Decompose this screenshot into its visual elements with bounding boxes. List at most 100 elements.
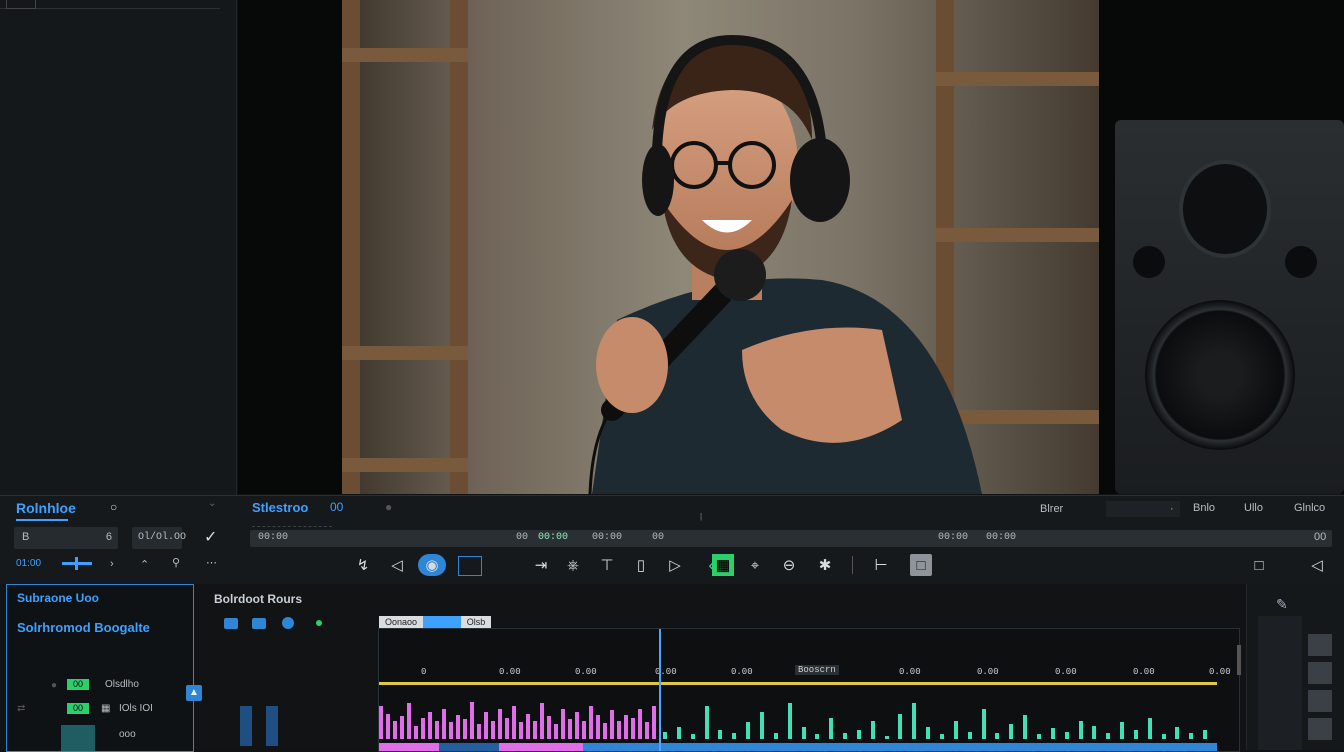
waveform-bar-green (1036, 734, 1041, 739)
timeline[interactable]: Oonaoo Olsb 0 0.00 0.00 0.00 0.00 Booscr… (378, 616, 1241, 752)
timeline-section-title: Bolrdoot Rours (214, 592, 302, 606)
waveform-bar-pink (379, 706, 383, 739)
studio-speaker (1115, 120, 1344, 494)
export-icon[interactable]: □ (1248, 554, 1270, 576)
waveform-bar-green (995, 733, 1000, 739)
timeline-tab-1[interactable]: Oonaoo (379, 616, 423, 628)
waveform-bar-pink (617, 721, 621, 739)
playhead[interactable] (659, 629, 661, 751)
frame-icon[interactable] (458, 556, 482, 576)
skip-icon[interactable]: ⇥ (530, 554, 552, 576)
timecode-bar[interactable] (250, 530, 1332, 547)
arrow-up-icon[interactable]: ⌃ (140, 558, 149, 571)
marker-icon[interactable]: ⎈ (562, 554, 584, 576)
waveform-bar-green (1189, 733, 1194, 739)
tick-label-marker: Booscrn (795, 665, 839, 675)
waveform-bar-green (1009, 724, 1014, 739)
media-row-icon: ▦ (101, 703, 111, 714)
effect-icon[interactable]: ✱ (814, 554, 836, 576)
waveform-bar-green (704, 706, 709, 739)
timeline-scrollbar[interactable] (1237, 645, 1241, 675)
split-icon[interactable]: ⊤ (596, 554, 618, 576)
crop-icon[interactable]: ⌖ (744, 554, 766, 576)
play-toggle-button[interactable]: ◉ (418, 554, 446, 576)
header-label-4[interactable]: Glnlco (1294, 502, 1325, 514)
timecode-mid-6: 00:00 (986, 532, 1017, 543)
left-slider-handle[interactable] (75, 557, 78, 570)
waveform-bar-pink (407, 703, 411, 739)
right-tool-button[interactable] (1308, 662, 1332, 684)
waveform-bar-pink (442, 709, 446, 739)
play-icon[interactable]: ▷ (664, 554, 686, 576)
delete-icon[interactable]: ▯ (630, 554, 652, 576)
header-label-3[interactable]: Ullo (1244, 502, 1263, 514)
waveform-bar-green (829, 718, 834, 739)
waveform-bar-pink (561, 709, 565, 739)
location-icon[interactable]: ⚲ (172, 556, 180, 569)
arrow-right-icon[interactable]: › (110, 558, 114, 570)
header-label-1: Blrer (1040, 503, 1064, 515)
timeline-tab-2[interactable]: Olsb (461, 616, 491, 628)
right-tool-button[interactable] (1308, 718, 1332, 740)
left-field[interactable]: B 6 (14, 527, 118, 549)
left-panel-title: Rolnhloe (16, 500, 76, 516)
waveform-bar-pink (491, 721, 495, 739)
track-level-meter (240, 706, 252, 746)
media-panel-add-button[interactable]: ▲ (186, 685, 202, 701)
waveform-bar-green (732, 733, 737, 739)
waveform-bar-pink (547, 716, 551, 739)
left-field-num: 6 (105, 531, 112, 543)
waveform-bar-green (1023, 715, 1028, 739)
checkmark-icon[interactable]: ✓ (204, 527, 217, 547)
media-row-label[interactable]: Olsdlho (105, 679, 139, 690)
waveform-bar-green (718, 730, 723, 739)
corner-box (6, 0, 36, 9)
tick-label: 0.00 (731, 667, 753, 677)
trim-tool-icon[interactable]: ↯ (352, 554, 374, 576)
waveform-bar-pink (463, 719, 467, 739)
track-lock-icon[interactable] (282, 617, 294, 629)
loop-icon[interactable]: ⊖ (778, 554, 800, 576)
media-row-label[interactable]: ooo (119, 729, 136, 740)
waveform-bar-pink (498, 709, 502, 739)
left-panel-menu-icon[interactable]: ○ (110, 500, 117, 514)
waveform-bar-pink (596, 715, 600, 739)
waveform-bar-green (773, 733, 778, 739)
right-tool-button[interactable] (1308, 690, 1332, 712)
more-icon[interactable]: ⋯ (206, 556, 217, 569)
waveform-bar-green (912, 703, 917, 739)
rewind-icon[interactable]: ◁ (386, 554, 408, 576)
timeline-tab-active-strip[interactable] (423, 616, 461, 628)
header-label-2[interactable]: Bnlo (1193, 502, 1215, 514)
waveform-bar-green (884, 736, 889, 739)
waveform-bar-green (1133, 730, 1138, 739)
track-audio-icon[interactable] (252, 618, 266, 629)
media-row-label[interactable]: IOls IOI (119, 703, 153, 714)
track-video-icon[interactable] (224, 618, 238, 629)
snap-button[interactable]: ▦ (712, 554, 734, 576)
right-tool-button[interactable] (1308, 634, 1332, 656)
media-row-tag: 00 (67, 679, 89, 690)
preview-dot-icon: ● (385, 500, 393, 514)
waveform-bar-pink (575, 712, 579, 739)
waveform-bar-pink (582, 721, 586, 739)
preview-title: Stlestroo (252, 500, 309, 515)
header-field[interactable] (1106, 501, 1180, 517)
slider-label: 01:00 (16, 558, 42, 569)
waveform-bar-pink (519, 722, 523, 739)
waveform-bar-green (870, 721, 875, 739)
tick-label: 0.00 (499, 667, 521, 677)
chevron-down-icon[interactable]: ⌄ (208, 498, 216, 509)
video-preview[interactable] (238, 0, 1344, 494)
waveform-bar-pink (645, 722, 649, 739)
audio-waveform[interactable] (379, 685, 1239, 745)
waveform-bar-green (787, 703, 792, 739)
lock-button[interactable]: □ (910, 554, 932, 576)
waveform-bar-pink (554, 724, 558, 739)
left-field-2[interactable]: Ol/Ol.OO (132, 527, 186, 549)
waveform-bar-pink (631, 718, 635, 739)
media-thumbnail[interactable] (61, 725, 95, 751)
align-icon[interactable]: ⊢ (870, 554, 892, 576)
volume-icon[interactable]: ◁ (1306, 554, 1328, 576)
pen-icon[interactable]: ✎ (1276, 596, 1288, 613)
